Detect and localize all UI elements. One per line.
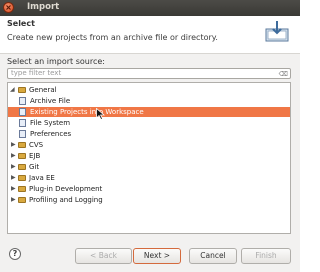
window-title: Import (27, 2, 60, 12)
tree-item-label: Java EE (29, 174, 55, 182)
expand-icon[interactable]: ▶ (11, 142, 16, 148)
project-icon (19, 108, 26, 116)
expand-icon[interactable]: ▶ (11, 164, 16, 170)
close-icon[interactable] (3, 2, 14, 13)
folder-icon (18, 142, 26, 148)
tree-item-profiling-and-logging[interactable]: ▶ Profiling and Logging (8, 195, 290, 205)
tree-item-ejb[interactable]: ▶ EJB (8, 151, 290, 161)
tree-item-plugin-development[interactable]: ▶ Plug-in Development (8, 184, 290, 194)
page-title: Select (7, 19, 35, 28)
expand-icon[interactable]: ▶ (11, 197, 16, 203)
cancel-button[interactable]: Cancel (189, 248, 237, 264)
import-banner-icon (265, 20, 289, 42)
tree-item-file-system[interactable]: File System (8, 118, 290, 128)
tree-item-label: General (29, 86, 57, 94)
tree-item-label: Archive File (30, 97, 71, 105)
tree-item-label: Profiling and Logging (29, 196, 103, 204)
import-source-label: Select an import source: (7, 57, 105, 66)
folder-icon (18, 175, 26, 181)
tree-item-general[interactable]: ◢ General (8, 85, 290, 95)
folder-icon (18, 197, 26, 203)
tree-item-label: File System (30, 119, 71, 127)
tree-item-label: Plug-in Development (29, 185, 103, 193)
clear-filter-icon[interactable]: ⌫ (279, 70, 288, 78)
next-button[interactable]: Next > (133, 248, 181, 264)
folder-icon (18, 186, 26, 192)
filter-input[interactable]: type filter text ⌫ (7, 68, 291, 79)
folder-icon (18, 164, 26, 170)
archive-icon (19, 97, 26, 105)
preferences-icon (19, 130, 26, 138)
import-dialog: Import Select Create new projects from a… (0, 0, 300, 272)
page-description: Create new projects from an archive file… (7, 33, 218, 42)
collapse-icon[interactable]: ◢ (10, 87, 15, 93)
tree-item-preferences[interactable]: Preferences (8, 129, 290, 139)
title-bar: Import (0, 0, 300, 16)
filesystem-icon (19, 119, 26, 127)
mouse-pointer-icon (96, 105, 106, 124)
tree-item-label: EJB (29, 152, 41, 160)
folder-icon (18, 153, 26, 159)
finish-button[interactable]: Finish (241, 248, 291, 264)
tree-item-label: Git (29, 163, 40, 171)
tree-item-label: Existing Projects into Workspace (30, 108, 144, 116)
wizard-header: Select Create new projects from an archi… (0, 16, 300, 54)
help-icon[interactable]: ? (9, 248, 21, 260)
filter-placeholder: type filter text (11, 69, 62, 77)
tree-item-label: Preferences (30, 130, 72, 138)
expand-icon[interactable]: ▶ (11, 186, 16, 192)
expand-icon[interactable]: ▶ (11, 175, 16, 181)
expand-icon[interactable]: ▶ (11, 153, 16, 159)
tree-item-existing-projects[interactable]: Existing Projects into Workspace (8, 107, 290, 117)
tree-item-java-ee[interactable]: ▶ Java EE (8, 173, 290, 183)
import-source-tree[interactable]: ◢ General Archive File Existing Projects… (7, 82, 291, 234)
back-button[interactable]: < Back (75, 248, 132, 264)
tree-item-label: CVS (29, 141, 44, 149)
tree-item-git[interactable]: ▶ Git (8, 162, 290, 172)
tree-item-archive-file[interactable]: Archive File (8, 96, 290, 106)
folder-icon (18, 87, 26, 93)
tree-item-cvs[interactable]: ▶ CVS (8, 140, 290, 150)
